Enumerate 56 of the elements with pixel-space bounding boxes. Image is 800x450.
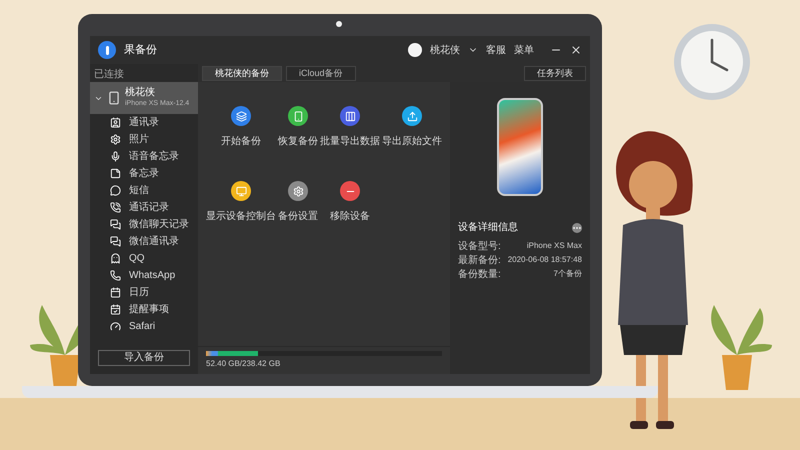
action-button[interactable]: 恢复备份 [278,106,318,149]
calendar-check-icon [110,304,121,315]
close-icon[interactable] [570,44,582,56]
tab[interactable]: iCloud备份 [286,66,356,80]
sidebar-item[interactable]: 通讯录 [90,114,198,131]
info-value: 7个备份 [554,268,582,280]
info-label: 设备型号: [458,240,501,254]
phone-icon [110,270,121,281]
action-button[interactable]: 开始备份 [206,106,276,149]
microphone-icon [110,151,121,162]
storage-reading: 52.40 GB/238.42 GB [206,358,282,370]
info-label: 备份数量: [458,268,501,282]
sidebar-item[interactable]: Safari [90,318,198,335]
action-button[interactable]: 导出原始文件 [382,106,442,149]
ghost-icon [110,253,121,264]
sidebar-item[interactable]: 微信通讯录 [90,233,198,250]
menu-link[interactable]: 菜单 [514,42,534,58]
contact-card-icon [110,117,121,128]
sidebar-item[interactable]: 语音备忘录 [90,148,198,165]
import-backup-button[interactable]: 导入备份 [98,350,190,366]
info-icon [98,41,116,59]
gear-icon [110,134,121,145]
sidebar-item[interactable]: 日历 [90,284,198,301]
phone-icon [107,91,121,105]
chat-bubbles-icon [110,236,121,247]
sidebar-item[interactable]: 通话记录 [90,199,198,216]
note-icon [110,168,121,179]
section-label: 已连接 [93,68,125,82]
sidebar-item[interactable]: 照片 [90,131,198,148]
info-value: iPhone XS Max [526,240,582,252]
action-button[interactable]: 批量导出数据 [320,106,380,149]
chat-bubbles-icon [110,219,121,230]
menu-link[interactable]: 客服 [486,42,506,58]
action-button[interactable]: 移除设备 [320,181,380,224]
sidebar-item[interactable]: 提醒事项 [90,301,198,318]
chat-bubble-icon [110,185,121,196]
avatar-icon [408,43,422,57]
panel-title: 设备详细信息 [458,220,519,235]
sidebar-item[interactable]: 微信聊天记录 [90,216,198,233]
gauge-icon [110,321,121,332]
task-list-button[interactable]: 任务列表 [524,66,586,80]
calendar-icon [110,287,121,298]
device-name: 桃花侠 [125,87,156,99]
action-button[interactable]: 显示设备控制台 [206,181,276,224]
sidebar-item[interactable]: WhatsApp [90,267,198,284]
info-label: 最新备份: [458,254,501,268]
phone-call-icon [110,202,121,213]
sidebar-item[interactable]: 备忘录 [90,165,198,182]
more-icon[interactable] [572,222,582,232]
sidebar-item[interactable]: QQ [90,250,198,267]
tab[interactable]: 桃花侠的备份 [202,66,282,80]
user-name: 桃花侠 [430,44,460,58]
info-value: 2020-06-08 18:57:48 [508,254,582,266]
sidebar-item[interactable]: 短信 [90,182,198,199]
window-title: 果备份 [124,42,157,58]
action-button[interactable]: 备份设置 [278,181,318,224]
